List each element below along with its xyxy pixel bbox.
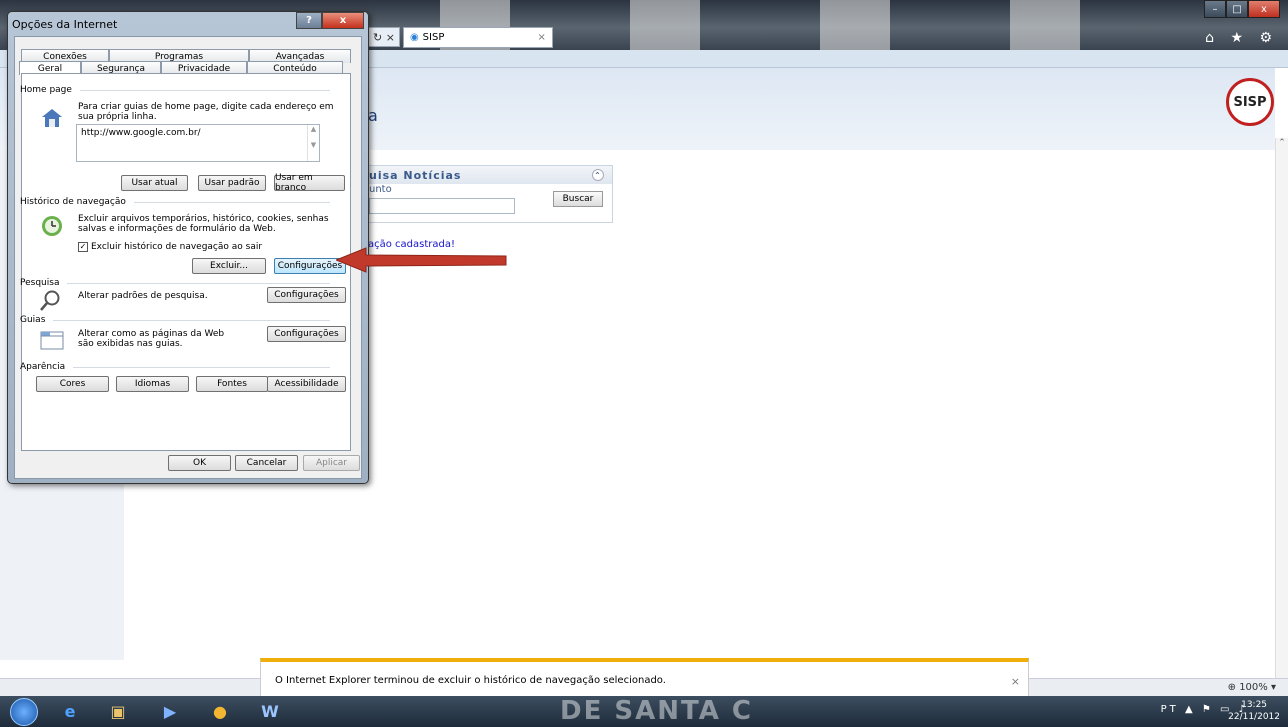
ie-taskbar-icon[interactable]: e [50,699,90,724]
red-pointer-arrow [336,247,507,273]
tabs-settings-button[interactable]: Configurações [267,326,346,342]
collapse-icon[interactable]: ⌃ [592,169,604,181]
languages-button[interactable]: Idiomas [116,376,189,392]
tab-bar: ↻ × ◉ SISP × [368,26,553,48]
zoom-level[interactable]: ⊕ 100% ▾ [1228,682,1276,693]
house-icon [42,109,62,127]
delete-on-exit-label[interactable]: Excluir histórico de navegação ao sair [91,242,262,252]
tabs-section: Guias [20,315,330,325]
tabs-description: Alterar como as páginas da Web são exibi… [78,329,225,349]
use-blank-button[interactable]: Usar em branco [274,173,345,193]
notification-bar: O Internet Explorer terminou de excluir … [260,658,1029,698]
window-controls: – □ x [1204,0,1280,18]
maximize-button[interactable]: □ [1226,0,1248,18]
media-player-taskbar-icon[interactable]: ▶ [150,699,190,724]
fonts-button[interactable]: Fontes [196,376,268,392]
urlbox-scrollbar[interactable]: ▲ ▼ [307,125,319,161]
ok-button[interactable]: OK [168,455,231,471]
tabs-icon [40,331,64,350]
start-button[interactable] [10,698,38,726]
close-notification-icon[interactable]: × [1011,675,1020,688]
search-label: Pesquisa [20,278,60,288]
panel-title: uisa Notícias [369,168,462,182]
delete-history-button[interactable]: Excluir... [192,258,266,274]
subject-input[interactable] [369,198,515,214]
home-page-url: http://www.google.com.br/ [81,128,201,138]
home-page-label: Home page [20,85,72,95]
toolbar-icons[interactable]: ⌂ ★ ⚙ [1205,30,1278,46]
cancel-button[interactable]: Cancelar [235,455,298,471]
internet-options-dialog: Opções da Internet ? x Conexões Programa… [7,11,369,484]
taskbar: e ▣ ▶ ● W DE SANTA C PT ▲ ⚑ ▭ ♪ 13:25 22… [0,696,1288,727]
explorer-taskbar-icon[interactable]: ▣ [98,699,138,724]
search-button[interactable]: Buscar [553,191,603,207]
history-icon [42,216,62,236]
page-scrollbar[interactable]: ⌃ [1275,138,1288,678]
dialog-title: Opções da Internet [12,17,118,31]
notification-message: O Internet Explorer terminou de excluir … [275,675,666,686]
dialog-window-buttons: ? x [296,12,364,29]
accessibility-button[interactable]: Acessibilidade [267,376,346,392]
history-description: Excluir arquivos temporários, histórico,… [78,214,329,234]
browser-tab-sisp[interactable]: ◉ SISP × [402,26,553,48]
clock-time: 13:25 [1241,700,1268,710]
home-page-description: Para criar guias de home page, digite ca… [78,102,334,122]
tabs-label: Guias [20,315,46,325]
magnifier-icon [40,290,60,311]
sisp-logo: SISP [1226,78,1274,126]
panel-header: uisa Notícias ⌃ [369,166,612,184]
wallpaper-watermark: DE SANTA C [560,696,753,726]
appearance-section: Aparência [20,362,330,372]
history-label: Histórico de navegação [20,197,126,207]
search-settings-button[interactable]: Configurações [267,287,346,303]
clock[interactable]: 13:25 22/11/2012 [1228,699,1280,723]
history-section: Histórico de navegação [20,197,330,207]
home-page-urls[interactable]: http://www.google.com.br/ ▲ ▼ [76,124,320,162]
word-taskbar-icon[interactable]: W [250,699,290,724]
clock-date: 22/11/2012 [1228,712,1280,722]
address-bar-buttons[interactable]: ↻ × [368,27,400,47]
search-description: Alterar padrões de pesquisa. [78,291,208,301]
tab-title: SISP [422,31,445,43]
use-default-button[interactable]: Usar padrão [198,175,266,191]
delete-on-exit-checkbox[interactable]: ✓ [78,242,88,252]
close-window-button[interactable]: x [1248,0,1280,18]
dialog-close-button[interactable]: x [322,12,364,29]
minimize-button[interactable]: – [1204,0,1226,18]
ie-icon: ◉ [409,31,419,43]
colors-button[interactable]: Cores [36,376,109,392]
home-page-section: Home page [20,85,330,95]
close-tab-icon[interactable]: × [538,32,546,43]
page-heading: a [368,106,378,125]
use-current-button[interactable]: Usar atual [121,175,188,191]
news-search-panel: uisa Notícias ⌃ unto Buscar [368,165,613,223]
apply-button[interactable]: Aplicar [303,455,360,471]
chrome-taskbar-icon[interactable]: ● [200,699,240,724]
appearance-label: Aparência [20,362,66,372]
help-button[interactable]: ? [296,12,322,29]
